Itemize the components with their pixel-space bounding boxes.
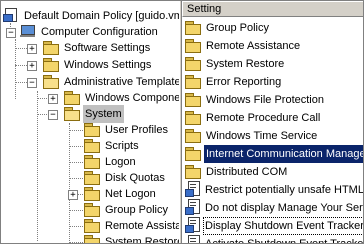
folder-icon: [185, 92, 201, 107]
list-item-folder[interactable]: Remote Procedure Call: [185, 109, 322, 127]
list-item-setting[interactable]: Restrict potentially unsafe HTML Help fu…: [185, 181, 363, 199]
list-item-setting[interactable]: Do not display Manage Your Server page a…: [185, 199, 363, 217]
folder-icon: [84, 170, 100, 185]
folder-icon: [64, 90, 80, 105]
policy-setting-icon: [185, 217, 201, 234]
list-item-folder[interactable]: Remote Assistance: [185, 37, 302, 55]
folder-open-icon: [64, 106, 80, 121]
folder-icon: [185, 74, 201, 89]
folder-icon: [185, 146, 201, 161]
gpo-editor-window: Default Domain Policy [guido.vmware.com]…: [0, 0, 364, 244]
list-item-setting[interactable]: Activate Shutdown Event Tracker System S…: [185, 235, 363, 243]
collapse-icon[interactable]: −: [6, 28, 16, 38]
expand-icon[interactable]: +: [27, 44, 37, 54]
settings-list-pane: Setting Group Policy Remote Assistance S…: [182, 1, 363, 243]
folder-icon: [84, 138, 100, 153]
folder-icon: [84, 234, 100, 243]
folder-icon: [43, 40, 59, 55]
list-item-folder[interactable]: System Restore: [185, 55, 286, 73]
tree-item-windows-settings[interactable]: Windows Settings: [43, 56, 153, 74]
list-item-setting-focused[interactable]: Display Shutdown Event Tracker: [185, 217, 363, 235]
expand-icon[interactable]: +: [68, 190, 78, 200]
computer-icon: [20, 24, 36, 38]
folder-icon: [84, 202, 100, 217]
folder-icon: [84, 218, 100, 233]
folder-icon: [43, 57, 59, 72]
folder-open-icon: [43, 74, 59, 89]
list-item-folder[interactable]: Windows Time Service: [185, 127, 319, 145]
folder-icon: [185, 56, 201, 71]
folder-icon: [185, 38, 201, 53]
list-item-folder[interactable]: Error Reporting: [185, 73, 283, 91]
policy-setting-icon: [185, 235, 201, 243]
policy-icon: [3, 8, 19, 23]
folder-icon: [185, 110, 201, 125]
list-item-folder[interactable]: Group Policy: [185, 19, 271, 37]
folder-icon: [84, 186, 100, 201]
collapse-icon[interactable]: −: [27, 78, 37, 88]
policy-setting-icon: [185, 181, 201, 198]
expand-icon[interactable]: +: [48, 94, 58, 104]
expand-icon[interactable]: +: [27, 61, 37, 71]
list-item-folder[interactable]: Windows File Protection: [185, 91, 326, 109]
folder-icon: [185, 128, 201, 143]
folder-icon: [84, 154, 100, 169]
tree-item-software-settings[interactable]: Software Settings: [43, 39, 152, 57]
tree-pane: Default Domain Policy [guido.vmware.com]…: [1, 1, 179, 243]
folder-icon: [84, 122, 100, 137]
policy-setting-icon: [185, 199, 201, 216]
collapse-icon[interactable]: −: [48, 110, 58, 120]
list-item-folder-selected[interactable]: Internet Communication Management: [185, 145, 363, 163]
tree-item-system-restore[interactable]: System Restore: [84, 233, 179, 243]
list-item-folder[interactable]: Distributed COM: [185, 163, 289, 181]
folder-icon: [185, 164, 201, 179]
column-header-setting[interactable]: Setting: [182, 1, 363, 17]
folder-icon: [185, 20, 201, 35]
